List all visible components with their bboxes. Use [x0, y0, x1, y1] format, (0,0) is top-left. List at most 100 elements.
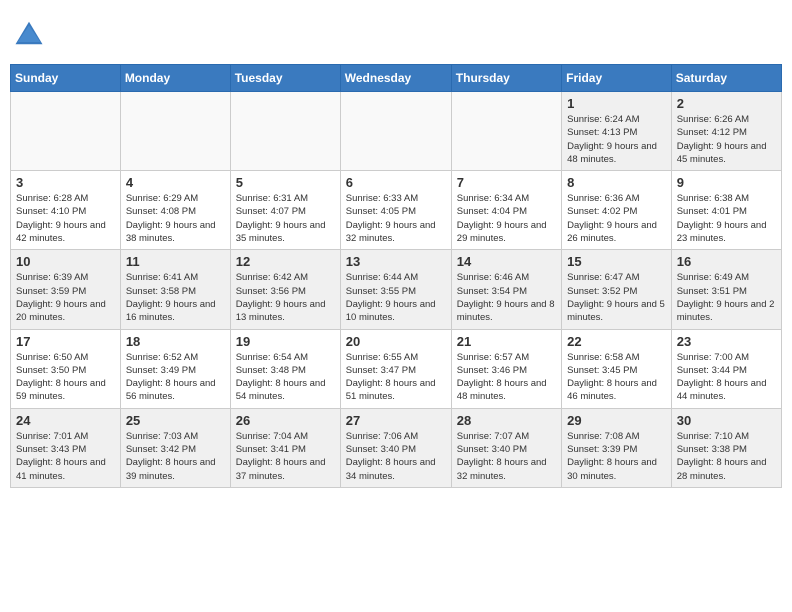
day-info: Sunrise: 6:47 AM Sunset: 3:52 PM Dayligh… — [567, 271, 666, 324]
calendar-header-row: SundayMondayTuesdayWednesdayThursdayFrid… — [11, 65, 782, 92]
day-number: 7 — [457, 175, 556, 190]
calendar-cell: 26 Sunrise: 7:04 AM Sunset: 3:41 PM Dayli… — [230, 408, 340, 487]
calendar-cell: 20 Sunrise: 6:55 AM Sunset: 3:47 PM Dayli… — [340, 329, 451, 408]
calendar-header-monday: Monday — [120, 65, 230, 92]
calendar-cell: 19 Sunrise: 6:54 AM Sunset: 3:48 PM Dayli… — [230, 329, 340, 408]
day-number: 4 — [126, 175, 225, 190]
calendar-cell: 22 Sunrise: 6:58 AM Sunset: 3:45 PM Dayli… — [562, 329, 672, 408]
calendar-week-row: 1 Sunrise: 6:24 AM Sunset: 4:13 PM Daylig… — [11, 92, 782, 171]
calendar-cell — [11, 92, 121, 171]
calendar-cell: 15 Sunrise: 6:47 AM Sunset: 3:52 PM Dayli… — [562, 250, 672, 329]
day-number: 23 — [677, 334, 776, 349]
day-info: Sunrise: 6:49 AM Sunset: 3:51 PM Dayligh… — [677, 271, 776, 324]
day-info: Sunrise: 6:29 AM Sunset: 4:08 PM Dayligh… — [126, 192, 225, 245]
calendar-header-sunday: Sunday — [11, 65, 121, 92]
day-number: 12 — [236, 254, 335, 269]
logo — [14, 18, 48, 48]
day-info: Sunrise: 6:33 AM Sunset: 4:05 PM Dayligh… — [346, 192, 446, 245]
calendar-week-row: 3 Sunrise: 6:28 AM Sunset: 4:10 PM Daylig… — [11, 171, 782, 250]
calendar-cell: 17 Sunrise: 6:50 AM Sunset: 3:50 PM Dayli… — [11, 329, 121, 408]
day-info: Sunrise: 6:34 AM Sunset: 4:04 PM Dayligh… — [457, 192, 556, 245]
calendar-cell: 8 Sunrise: 6:36 AM Sunset: 4:02 PM Daylig… — [562, 171, 672, 250]
day-number: 9 — [677, 175, 776, 190]
calendar-cell: 5Sunrise: 6:31 AM Sunset: 4:07 PM Daylig… — [230, 171, 340, 250]
calendar-cell: 3 Sunrise: 6:28 AM Sunset: 4:10 PM Daylig… — [11, 171, 121, 250]
calendar-cell: 10 Sunrise: 6:39 AM Sunset: 3:59 PM Dayli… — [11, 250, 121, 329]
calendar-cell: 27 Sunrise: 7:06 AM Sunset: 3:40 PM Dayli… — [340, 408, 451, 487]
logo-icon — [14, 18, 44, 48]
day-info: Sunrise: 6:52 AM Sunset: 3:49 PM Dayligh… — [126, 351, 225, 404]
day-number: 3 — [16, 175, 115, 190]
day-number: 17 — [16, 334, 115, 349]
day-info: Sunrise: 6:54 AM Sunset: 3:48 PM Dayligh… — [236, 351, 335, 404]
calendar-cell: 6 Sunrise: 6:33 AM Sunset: 4:05 PM Daylig… — [340, 171, 451, 250]
calendar-cell — [120, 92, 230, 171]
day-info: Sunrise: 6:24 AM Sunset: 4:13 PM Dayligh… — [567, 113, 666, 166]
day-number: 28 — [457, 413, 556, 428]
day-number: 13 — [346, 254, 446, 269]
day-number: 15 — [567, 254, 666, 269]
calendar-table: SundayMondayTuesdayWednesdayThursdayFrid… — [10, 64, 782, 488]
day-number: 5 — [236, 175, 335, 190]
calendar-cell — [230, 92, 340, 171]
calendar-week-row: 10 Sunrise: 6:39 AM Sunset: 3:59 PM Dayli… — [11, 250, 782, 329]
day-number: 22 — [567, 334, 666, 349]
day-info: Sunrise: 6:28 AM Sunset: 4:10 PM Dayligh… — [16, 192, 115, 245]
calendar-week-row: 17 Sunrise: 6:50 AM Sunset: 3:50 PM Dayli… — [11, 329, 782, 408]
day-number: 8 — [567, 175, 666, 190]
calendar-cell: 23 Sunrise: 7:00 AM Sunset: 3:44 PM Dayli… — [671, 329, 781, 408]
calendar-cell: 14Sunrise: 6:46 AM Sunset: 3:54 PM Dayli… — [451, 250, 561, 329]
calendar-cell: 12Sunrise: 6:42 AM Sunset: 3:56 PM Dayli… — [230, 250, 340, 329]
calendar-cell: 29Sunrise: 7:08 AM Sunset: 3:39 PM Dayli… — [562, 408, 672, 487]
calendar-cell: 30 Sunrise: 7:10 AM Sunset: 3:38 PM Dayli… — [671, 408, 781, 487]
day-info: Sunrise: 7:03 AM Sunset: 3:42 PM Dayligh… — [126, 430, 225, 483]
day-number: 26 — [236, 413, 335, 428]
day-info: Sunrise: 6:41 AM Sunset: 3:58 PM Dayligh… — [126, 271, 225, 324]
day-number: 1 — [567, 96, 666, 111]
day-info: Sunrise: 7:08 AM Sunset: 3:39 PM Dayligh… — [567, 430, 666, 483]
day-info: Sunrise: 7:07 AM Sunset: 3:40 PM Dayligh… — [457, 430, 556, 483]
day-number: 6 — [346, 175, 446, 190]
calendar-header-friday: Friday — [562, 65, 672, 92]
calendar-cell: 13 Sunrise: 6:44 AM Sunset: 3:55 PM Dayli… — [340, 250, 451, 329]
day-number: 16 — [677, 254, 776, 269]
calendar-cell: 9 Sunrise: 6:38 AM Sunset: 4:01 PM Daylig… — [671, 171, 781, 250]
page-header — [10, 10, 782, 56]
calendar-cell: 1 Sunrise: 6:24 AM Sunset: 4:13 PM Daylig… — [562, 92, 672, 171]
calendar-cell: 7 Sunrise: 6:34 AM Sunset: 4:04 PM Daylig… — [451, 171, 561, 250]
day-info: Sunrise: 7:10 AM Sunset: 3:38 PM Dayligh… — [677, 430, 776, 483]
day-number: 10 — [16, 254, 115, 269]
calendar-cell: 25Sunrise: 7:03 AM Sunset: 3:42 PM Dayli… — [120, 408, 230, 487]
calendar-cell: 4 Sunrise: 6:29 AM Sunset: 4:08 PM Daylig… — [120, 171, 230, 250]
day-info: Sunrise: 6:26 AM Sunset: 4:12 PM Dayligh… — [677, 113, 776, 166]
day-info: Sunrise: 6:50 AM Sunset: 3:50 PM Dayligh… — [16, 351, 115, 404]
calendar-cell — [451, 92, 561, 171]
day-info: Sunrise: 7:04 AM Sunset: 3:41 PM Dayligh… — [236, 430, 335, 483]
day-info: Sunrise: 6:36 AM Sunset: 4:02 PM Dayligh… — [567, 192, 666, 245]
day-info: Sunrise: 7:00 AM Sunset: 3:44 PM Dayligh… — [677, 351, 776, 404]
calendar-header-wednesday: Wednesday — [340, 65, 451, 92]
day-info: Sunrise: 6:44 AM Sunset: 3:55 PM Dayligh… — [346, 271, 446, 324]
calendar-cell: 16 Sunrise: 6:49 AM Sunset: 3:51 PM Dayli… — [671, 250, 781, 329]
day-number: 19 — [236, 334, 335, 349]
calendar-header-tuesday: Tuesday — [230, 65, 340, 92]
day-number: 20 — [346, 334, 446, 349]
day-info: Sunrise: 7:06 AM Sunset: 3:40 PM Dayligh… — [346, 430, 446, 483]
day-info: Sunrise: 6:58 AM Sunset: 3:45 PM Dayligh… — [567, 351, 666, 404]
day-number: 18 — [126, 334, 225, 349]
day-info: Sunrise: 6:38 AM Sunset: 4:01 PM Dayligh… — [677, 192, 776, 245]
calendar-cell: 11Sunrise: 6:41 AM Sunset: 3:58 PM Dayli… — [120, 250, 230, 329]
calendar-header-saturday: Saturday — [671, 65, 781, 92]
calendar-cell — [340, 92, 451, 171]
day-number: 30 — [677, 413, 776, 428]
calendar-cell: 2Sunrise: 6:26 AM Sunset: 4:12 PM Daylig… — [671, 92, 781, 171]
day-number: 21 — [457, 334, 556, 349]
day-info: Sunrise: 6:46 AM Sunset: 3:54 PM Dayligh… — [457, 271, 556, 324]
day-info: Sunrise: 6:57 AM Sunset: 3:46 PM Dayligh… — [457, 351, 556, 404]
calendar-cell: 24Sunrise: 7:01 AM Sunset: 3:43 PM Dayli… — [11, 408, 121, 487]
calendar-cell: 18 Sunrise: 6:52 AM Sunset: 3:49 PM Dayli… — [120, 329, 230, 408]
day-info: Sunrise: 6:39 AM Sunset: 3:59 PM Dayligh… — [16, 271, 115, 324]
day-number: 27 — [346, 413, 446, 428]
calendar-cell: 28 Sunrise: 7:07 AM Sunset: 3:40 PM Dayli… — [451, 408, 561, 487]
day-info: Sunrise: 6:55 AM Sunset: 3:47 PM Dayligh… — [346, 351, 446, 404]
